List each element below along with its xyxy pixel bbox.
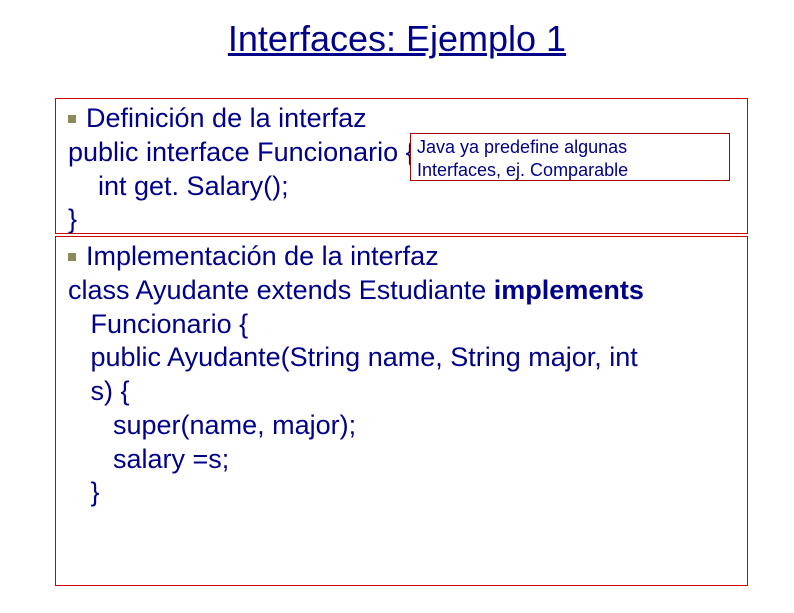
bullet-icon (68, 115, 76, 123)
block2-line6: super(name, major); (68, 409, 768, 443)
bullet-icon (68, 253, 76, 261)
block2-line2a: class Ayudante extends Estudiante (68, 275, 494, 305)
block2-line4: public Ayudante(String name, String majo… (68, 341, 768, 375)
slide-title: Interfaces: Ejemplo 1 (0, 18, 794, 60)
block1-bullet-line: Definición de la interfaz (68, 102, 748, 136)
block1-line4: } (68, 203, 748, 237)
block2-line2: class Ayudante extends Estudiante implem… (68, 274, 768, 308)
block1-bullet-text: Definición de la interfaz (86, 102, 367, 136)
block2-line2b-implements: implements (494, 275, 644, 305)
block2-bullet-line: Implementación de la interfaz (68, 240, 768, 274)
note-line-2: Interfaces, ej. Comparable (417, 159, 723, 182)
block2-line5: s) { (68, 375, 768, 409)
block2-content: Implementación de la interfaz class Ayud… (68, 240, 768, 510)
note-line-1: Java ya predefine algunas (417, 136, 723, 159)
block2-bullet-text: Implementación de la interfaz (86, 240, 439, 274)
note-box: Java ya predefine algunas Interfaces, ej… (410, 133, 730, 181)
block2-line7: salary =s; (68, 443, 768, 477)
slide: Interfaces: Ejemplo 1 Java ya predefine … (0, 18, 794, 613)
block2-line3: Funcionario { (68, 308, 768, 342)
block2-line8: } (68, 476, 768, 510)
